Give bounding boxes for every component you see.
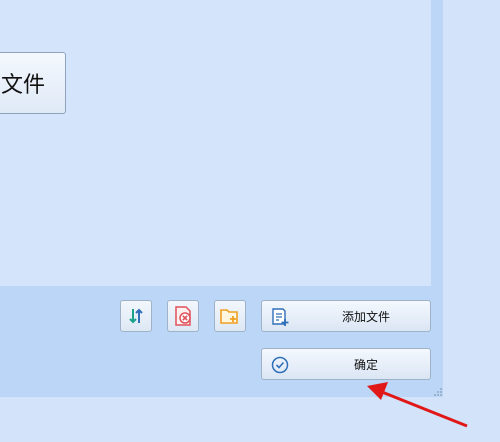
add-file-icon bbox=[272, 308, 289, 326]
add-file-large-button[interactable]: 文件 bbox=[0, 52, 66, 114]
sort-icon bbox=[129, 308, 143, 324]
confirm-button[interactable]: 确定 bbox=[261, 348, 431, 380]
sort-button[interactable] bbox=[120, 300, 152, 332]
add-file-button[interactable]: 添加文件 bbox=[261, 300, 431, 332]
add-folder-button[interactable] bbox=[214, 300, 246, 332]
dialog-window: 文件 添加文件 确定 bbox=[0, 0, 443, 397]
add-file-label: 添加文件 bbox=[341, 309, 390, 324]
resize-grip-icon[interactable] bbox=[431, 385, 443, 397]
check-circle-icon bbox=[271, 356, 289, 374]
add-file-large-label: 文件 bbox=[0, 73, 45, 98]
delete-icon bbox=[175, 306, 191, 326]
add-folder-icon bbox=[220, 309, 238, 324]
confirm-label: 确定 bbox=[353, 357, 378, 372]
delete-button[interactable] bbox=[167, 300, 199, 332]
file-list-area[interactable]: 文件 bbox=[0, 0, 431, 286]
